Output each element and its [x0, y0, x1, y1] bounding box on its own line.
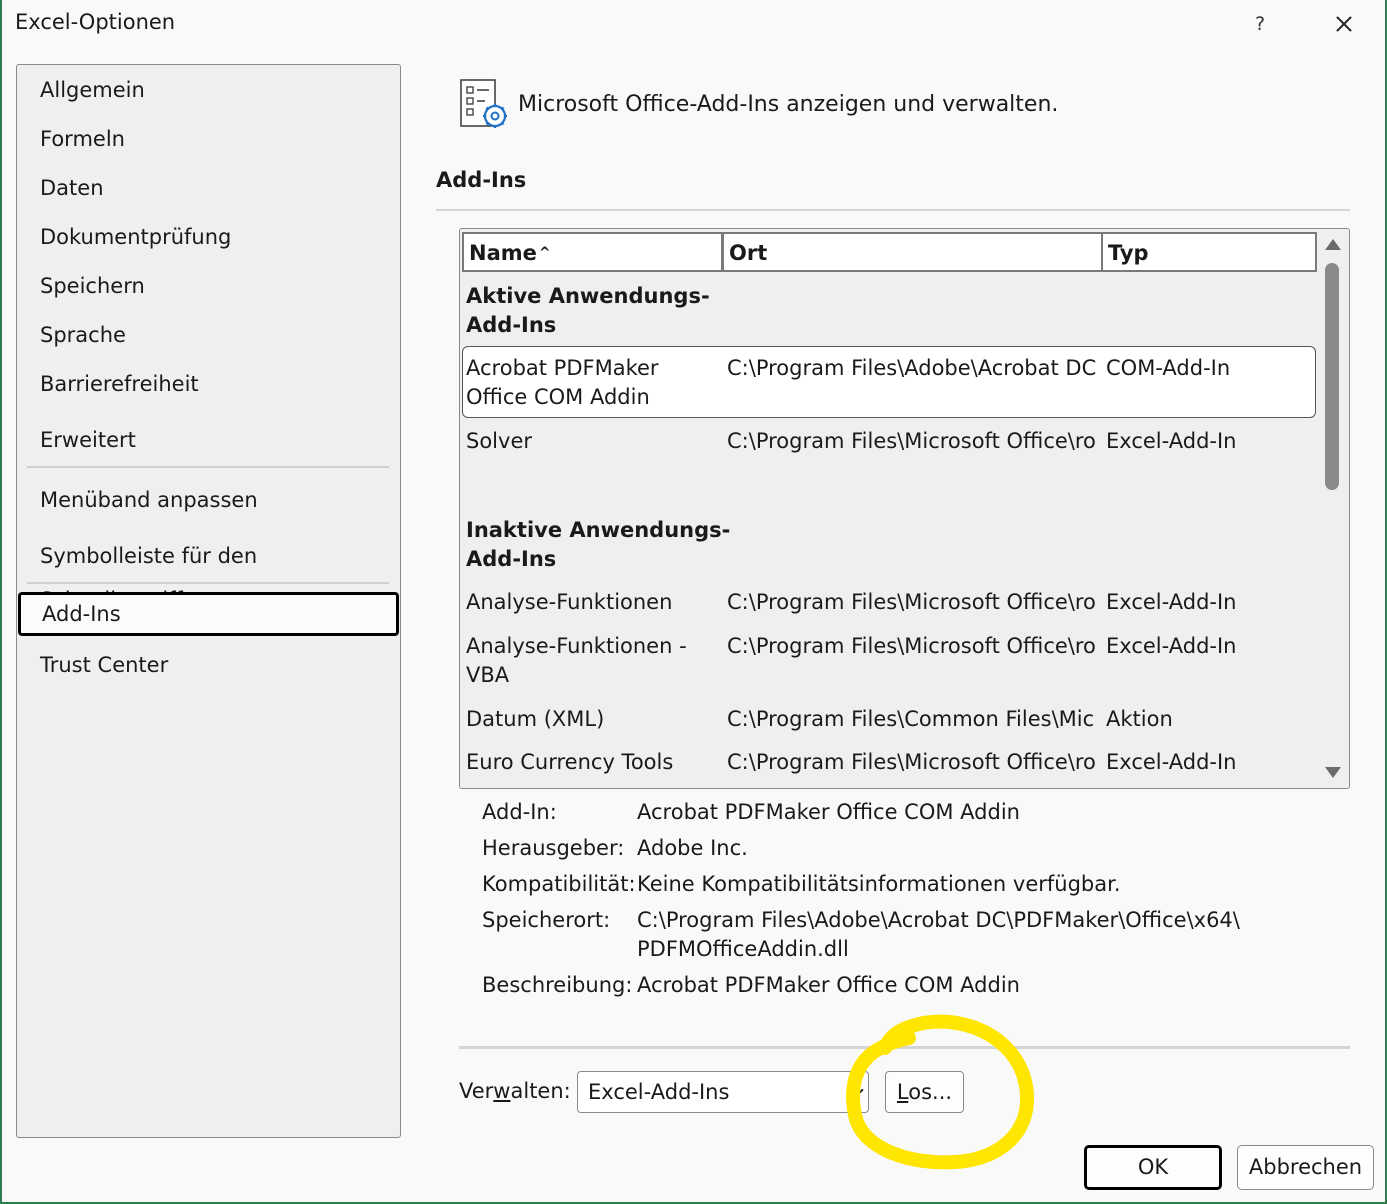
manage-label: Verwalten:: [459, 1079, 571, 1103]
sidebar-divider: [27, 582, 389, 584]
sidebar-item-daten[interactable]: Daten: [17, 166, 399, 210]
sidebar-divider: [27, 466, 389, 468]
table-row[interactable]: Analyse-Funktionen - VBA: [466, 632, 687, 690]
cancel-button[interactable]: Abbrechen: [1237, 1145, 1374, 1190]
bottom-divider: [459, 1046, 1350, 1049]
chevron-down-icon: [852, 1084, 864, 1096]
detail-value-location: C:\Program Files\Adobe\Acrobat DC\PDFMak…: [637, 908, 1240, 961]
row-location: C:\Program Files\Microsoft Office\ro: [727, 634, 1096, 658]
page-description: Microsoft Office-Add-Ins anzeigen und ve…: [518, 92, 1059, 117]
group-label-inactive: Inaktive Anwendungs- Add-Ins: [466, 518, 731, 571]
row-location: C:\Program Files\Common Files\Mic: [727, 707, 1095, 731]
sidebar-item-dokumentpruefung[interactable]: Dokumentprüfung: [17, 215, 399, 259]
detail-value-description: Acrobat PDFMaker Office COM Addin: [637, 973, 1020, 997]
title-bar: Excel-Optionen ?: [2, 0, 1385, 50]
excel-options-dialog: Excel-Optionen ? Allgemein Formeln Daten…: [0, 0, 1387, 1204]
detail-label-location: Speicherort:: [482, 908, 611, 932]
row-type: Excel-Add-In: [1106, 750, 1237, 774]
sidebar-item-allgemein[interactable]: Allgemein: [17, 68, 399, 112]
help-button[interactable]: ?: [1242, 8, 1278, 40]
detail-value-compat: Keine Kompatibilitätsinformationen verfü…: [637, 872, 1121, 896]
row-type: Excel-Add-In: [1106, 634, 1237, 658]
ok-button[interactable]: OK: [1084, 1145, 1222, 1190]
column-header-ort[interactable]: Ort: [722, 232, 1103, 272]
group-label-active: Aktive Anwendungs- Add-Ins: [466, 284, 710, 337]
column-header-name[interactable]: Name ^: [462, 232, 723, 272]
go-button[interactable]: Los...: [885, 1071, 964, 1113]
list-scrollbar[interactable]: [1318, 231, 1346, 786]
scroll-down-icon[interactable]: [1325, 767, 1341, 778]
row-type: Excel-Add-In: [1106, 590, 1237, 614]
row-location: C:\Program Files\Microsoft Office\ro: [727, 590, 1096, 614]
sidebar-nav: Allgemein Formeln Daten Dokumentprüfung …: [16, 64, 401, 1138]
table-row[interactable]: Solver: [466, 427, 532, 456]
row-location: C:\Program Files\Adobe\Acrobat DC: [727, 356, 1097, 380]
detail-label-description: Beschreibung:: [482, 973, 633, 997]
detail-label-compat: Kompatibilität:: [482, 872, 636, 896]
sidebar-item-erweitert[interactable]: Erweitert: [17, 418, 399, 462]
column-header-typ[interactable]: Typ: [1101, 232, 1317, 272]
sidebar-item-menueband[interactable]: Menüband anpassen: [17, 478, 399, 522]
section-divider: [436, 209, 1350, 211]
detail-label-addin: Add-In:: [482, 800, 557, 824]
sidebar-item-speichern[interactable]: Speichern: [17, 264, 399, 308]
detail-value-publisher: Adobe Inc.: [637, 836, 748, 860]
table-row[interactable]: Analyse-Funktionen: [466, 588, 672, 617]
row-location: C:\Program Files\Microsoft Office\ro: [727, 750, 1096, 774]
detail-value-addin: Acrobat PDFMaker Office COM Addin: [637, 800, 1020, 824]
sort-ascending-icon: ^: [538, 245, 551, 261]
row-type: COM-Add-In: [1106, 356, 1231, 380]
row-location: C:\Program Files\Microsoft Office\ro: [727, 429, 1096, 453]
sidebar-item-formeln[interactable]: Formeln: [17, 117, 399, 161]
manage-select[interactable]: Excel-Add-Ins: [577, 1071, 869, 1113]
table-row[interactable]: Datum (XML): [466, 705, 604, 734]
row-type: Aktion: [1106, 707, 1173, 731]
sidebar-item-trust-center[interactable]: Trust Center: [17, 643, 399, 687]
sidebar-item-barrierefreiheit[interactable]: Barrierefreiheit: [17, 362, 399, 406]
table-row[interactable]: Euro Currency Tools: [466, 748, 673, 777]
addins-list[interactable]: Name ^ Ort Typ Aktive Anwendungs- Add-Ins…: [459, 228, 1350, 789]
sidebar-item-sprache[interactable]: Sprache: [17, 313, 399, 357]
scroll-thumb[interactable]: [1325, 263, 1339, 490]
sidebar-item-addins[interactable]: Add-Ins: [18, 592, 399, 636]
sidebar-item-schnellzugriff[interactable]: Symbolleiste für den Schnellzugriff: [17, 534, 399, 612]
addins-settings-icon: [457, 77, 513, 133]
close-icon[interactable]: [1324, 6, 1364, 42]
row-type: Excel-Add-In: [1106, 429, 1237, 453]
row-name: Acrobat PDFMaker Office COM Addin: [466, 356, 659, 409]
section-title: Add-Ins: [436, 168, 527, 192]
window-title: Excel-Optionen: [15, 10, 176, 34]
scroll-up-icon[interactable]: [1325, 239, 1341, 250]
detail-label-publisher: Herausgeber:: [482, 836, 625, 860]
